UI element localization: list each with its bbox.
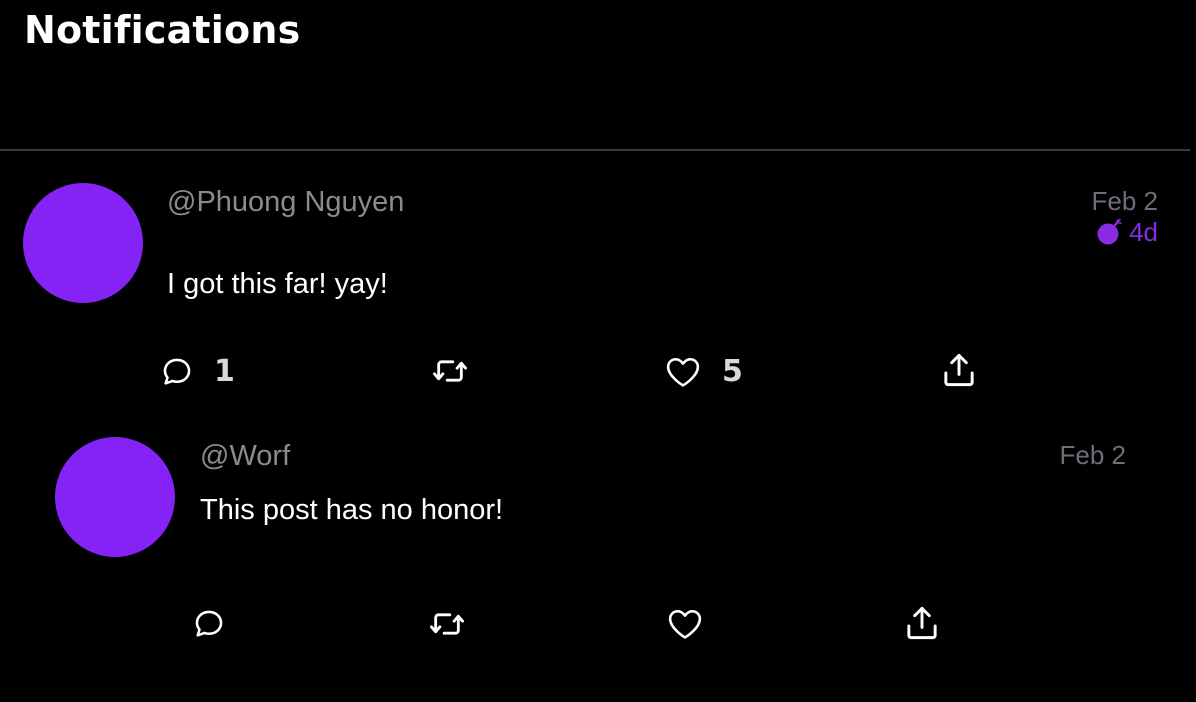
like-count: 5	[722, 354, 743, 389]
bomb-icon	[1095, 218, 1123, 247]
heart-icon	[664, 355, 702, 389]
page-title: Notifications	[24, 8, 301, 52]
share-icon	[904, 604, 940, 642]
post-date: Feb 2	[1091, 186, 1159, 216]
share-button[interactable]	[904, 604, 940, 642]
like-button[interactable]: 5	[664, 354, 743, 389]
repost-icon	[431, 354, 469, 388]
post-handle[interactable]: @Phuong Nguyen	[167, 186, 404, 219]
repost-button[interactable]	[428, 607, 486, 641]
avatar[interactable]	[23, 183, 143, 303]
reply-icon	[160, 355, 194, 389]
heart-icon	[666, 607, 704, 641]
repost-icon	[428, 607, 466, 641]
header-divider	[0, 149, 1190, 151]
repost-button[interactable]	[431, 354, 489, 388]
post-handle[interactable]: @Worf	[200, 440, 290, 473]
reply-count: 1	[214, 354, 235, 389]
avatar[interactable]	[55, 437, 175, 557]
reply-button[interactable]	[192, 607, 246, 641]
reply-icon	[192, 607, 226, 641]
like-button[interactable]	[666, 607, 724, 641]
share-button[interactable]	[941, 351, 977, 389]
post-text: I got this far! yay!	[167, 268, 388, 300]
post-age-label: 4d	[1129, 217, 1158, 247]
post-text: This post has no honor!	[200, 494, 504, 526]
post-age: 4d	[1095, 217, 1158, 248]
share-icon	[941, 351, 977, 389]
reply-button[interactable]: 1	[160, 354, 235, 389]
post-date: Feb 2	[1059, 440, 1127, 470]
notifications-page: Notifications @Phuong Nguyen Feb 2 4d I …	[0, 0, 1196, 702]
